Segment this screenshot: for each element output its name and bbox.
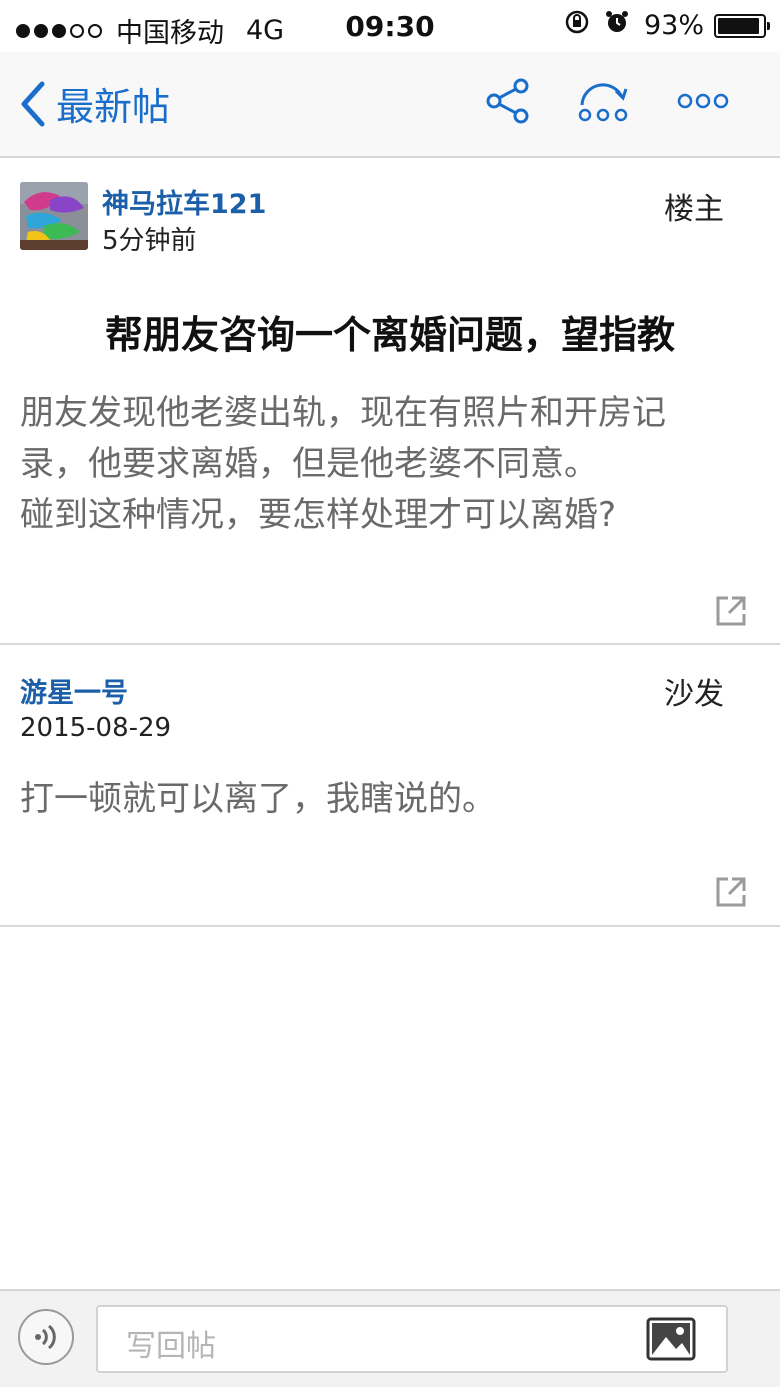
post-body-line: 录，他要求离婚，但是他老婆不同意。 [20,444,598,484]
reply-input-placeholder: 写回帖 [126,1329,216,1364]
rotation-lock-icon [564,9,590,42]
reply-body: 打一顿就可以离了，我瞎说的。 [20,779,496,819]
battery-icon [714,13,770,38]
image-button[interactable] [646,1317,696,1365]
post-body-line: 朋友发现他老婆出轨，现在有照片和开房记 [20,393,666,433]
share-button[interactable] [486,78,530,128]
chevron-left-icon [21,81,45,126]
battery-percent: 93% [643,10,704,41]
voice-button[interactable] [18,1309,74,1365]
reply-item: 游星一号 2015-08-29 沙发 打一顿就可以离了，我瞎说的。 [0,645,780,927]
reply-floor-label: 沙发 [664,677,724,712]
reply-date: 2015-08-29 [20,713,172,743]
author-name[interactable]: 神马拉车121 [102,182,266,221]
navigation-bar: 最新帖 [0,52,780,158]
post-title: 帮朋友咨询一个离婚问题，望指教 [104,313,675,357]
external-link-icon [716,596,746,626]
reply-composer-bar: 写回帖 [0,1289,780,1387]
image-icon [646,1317,696,1361]
post-time: 5分钟前 [102,226,197,256]
reply-author[interactable]: 游星一号 [20,671,128,710]
post-open-button[interactable] [714,594,748,632]
alarm-icon [604,9,630,42]
post-body-line: 碰到这种情况，要怎样处理才可以离婚? [20,495,617,535]
loop-button[interactable] [576,79,630,127]
share-icon [486,78,529,124]
floor-label: 楼主 [664,192,724,227]
reply-input[interactable]: 写回帖 [96,1305,728,1373]
voice-icon [35,1324,56,1350]
back-label: 最新帖 [56,85,171,129]
main-post: 神马拉车121 5分钟前 楼主 帮朋友咨询一个离婚问题，望指教 朋友发现他老婆出… [0,158,780,645]
loop-icon [578,83,628,122]
reply-open-button[interactable] [714,875,748,913]
more-icon [677,93,729,109]
external-link-icon [716,877,746,907]
post-body: 朋友发现他老婆出轨，现在有照片和开房记 录，他要求离婚，但是他老婆不同意。 碰到… [20,388,768,541]
status-bar: 中国移动 4G 09:30 93% [0,0,780,52]
more-button[interactable] [676,91,730,115]
back-button[interactable]: 最新帖 [18,76,170,131]
avatar[interactable] [20,182,88,250]
